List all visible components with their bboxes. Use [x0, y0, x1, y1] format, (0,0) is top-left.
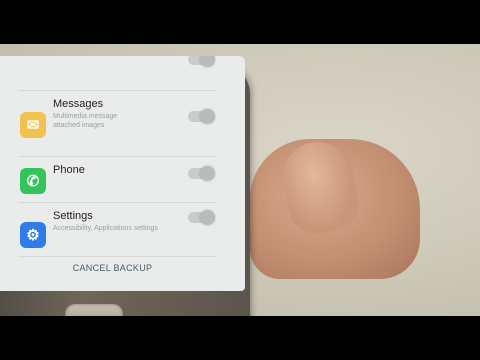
- app-name: Phone: [53, 164, 85, 176]
- phone-toggle[interactable]: [188, 166, 215, 181]
- toggle-knob: [200, 56, 215, 67]
- backup-screen: ✉ Messages Multimedia message attached i…: [0, 56, 245, 291]
- gear-icon: ⚙: [20, 222, 46, 248]
- messages-toggle[interactable]: [188, 109, 215, 124]
- app-detail: Accessibility, Applications settings: [53, 225, 158, 232]
- divider: [18, 156, 217, 157]
- toggle-knob: [200, 166, 215, 181]
- toggle-knob: [200, 109, 215, 124]
- app-detail: Multimedia message: [53, 113, 118, 120]
- divider: [18, 256, 217, 257]
- backup-toggle[interactable]: [188, 56, 215, 67]
- home-button[interactable]: [65, 304, 123, 316]
- toggle-knob: [200, 210, 215, 225]
- cancel-backup-button[interactable]: CANCEL BACKUP: [0, 263, 245, 273]
- app-detail: attached images: [53, 122, 105, 129]
- phone-icon: ✆: [20, 168, 46, 194]
- app-name: Settings: [53, 210, 93, 222]
- video-frame: ✉ Messages Multimedia message attached i…: [0, 44, 480, 316]
- settings-toggle[interactable]: [188, 210, 215, 225]
- app-name: Messages: [53, 98, 104, 110]
- divider: [18, 90, 217, 91]
- smartphone: ✉ Messages Multimedia message attached i…: [0, 56, 250, 316]
- divider: [18, 202, 217, 203]
- envelope-icon: ✉: [20, 112, 46, 138]
